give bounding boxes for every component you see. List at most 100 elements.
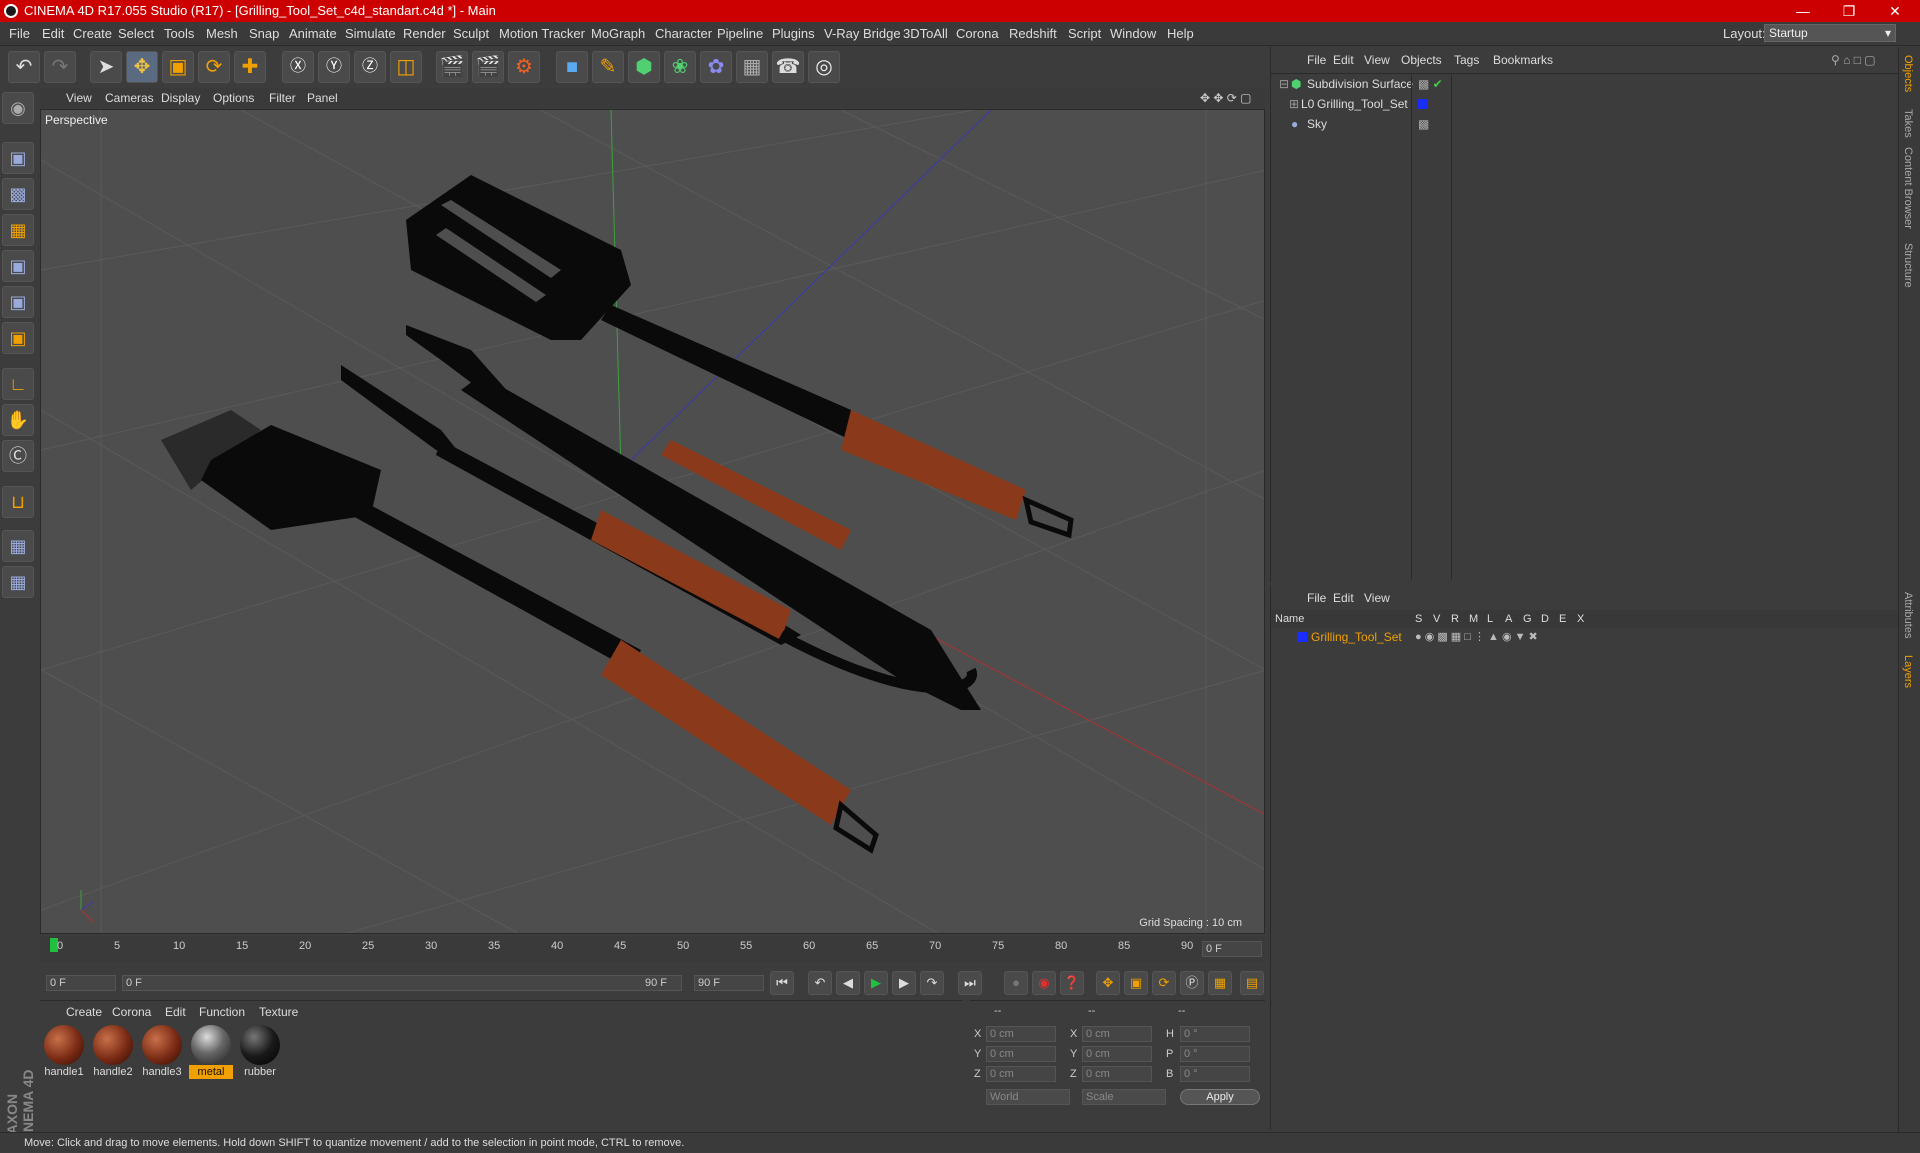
autokey-icon[interactable]: ◉ [1032,971,1056,995]
start-frame-field[interactable]: 0 F [46,975,116,991]
polygons-mode-icon[interactable]: ▣ [2,322,34,354]
menu-mograph[interactable]: MoGraph [591,26,645,41]
menu-file[interactable]: File [9,26,30,41]
viewport-nav-icons[interactable]: ✥ ✥ ⟳ ▢ [1200,91,1252,105]
layer-menu-file[interactable]: File [1307,591,1326,605]
key-parameter-icon[interactable]: Ⓟ [1180,971,1204,995]
menu-tools[interactable]: Tools [164,26,194,41]
render-picture-viewer-icon[interactable]: 🎬 [472,51,504,83]
edges-mode-icon[interactable]: ▣ [2,286,34,318]
menu-corona[interactable]: Corona [956,26,999,41]
workplane-lock-icon[interactable]: ▦ [2,530,34,562]
live-select-icon[interactable]: ✚ [234,51,266,83]
vp-menu-view[interactable]: View [66,91,92,105]
texture-mode-icon[interactable]: ▩ [2,178,34,210]
vp-menu-cameras[interactable]: Cameras [105,91,154,105]
timeline-ruler[interactable]: 0 5 10 15 20 25 30 35 40 45 50 55 60 65 … [40,936,1265,962]
points-mode-icon[interactable]: ▣ [2,250,34,282]
tab-takes[interactable]: Takes [1902,109,1914,138]
layer-color-swatch[interactable] [1297,632,1307,642]
subdivision-generator-icon[interactable]: ⬢ [628,51,660,83]
position-x-field[interactable]: 0 cm [986,1026,1056,1042]
cloner-icon[interactable]: ❀ [664,51,696,83]
tab-content-browser[interactable]: Content Browser [1902,147,1914,229]
menu-plugins[interactable]: Plugins [772,26,815,41]
rotation-h-field[interactable]: 0 ° [1180,1026,1250,1042]
menu-edit[interactable]: Edit [42,26,64,41]
camera-icon[interactable]: ☎ [772,51,804,83]
key-rotation-icon[interactable]: ⟳ [1152,971,1176,995]
x-axis-lock-icon[interactable]: Ⓧ [282,51,314,83]
menu-motion-tracker[interactable]: Motion Tracker [499,26,585,41]
redo-icon[interactable]: ↷ [44,51,76,83]
object-row[interactable]: ⊟ ⬢ Subdivision Surface ▩ ✔ [1271,75,1899,93]
menu-animate[interactable]: Animate [289,26,337,41]
y-axis-lock-icon[interactable]: Ⓨ [318,51,350,83]
mat-menu-texture[interactable]: Texture [259,1005,298,1019]
search-icon[interactable]: ⚲ ⌂ □ ▢ [1831,53,1876,67]
vp-menu-panel[interactable]: Panel [307,91,338,105]
mat-menu-corona[interactable]: Corona [112,1005,151,1019]
rotation-p-field[interactable]: 0 ° [1180,1046,1250,1062]
restore-icon[interactable]: ❐ [1826,0,1872,22]
size-z-field[interactable]: 0 cm [1082,1066,1152,1082]
menu-3dtoall[interactable]: 3DToAll [903,26,948,41]
coordinate-system-icon[interactable]: ◫ [390,51,422,83]
vp-menu-options[interactable]: Options [213,91,254,105]
viewport-perspective[interactable]: Perspective Grid Spacing : 10 cm [40,109,1265,934]
coord-system-dropdown[interactable]: World [986,1089,1070,1105]
tab-layers[interactable]: Layers [1902,655,1914,688]
layer-row[interactable]: Grilling_Tool_Set ● ◉ ▩ ▦ □ ⋮ ▲ ◉ ▼ ✖ [1271,628,1899,646]
layer-flag-icons[interactable]: ● ◉ ▩ ▦ □ ⋮ ▲ ◉ ▼ ✖ [1415,628,1538,646]
minimize-icon[interactable]: — [1780,0,1826,22]
obj-menu-edit[interactable]: Edit [1333,53,1354,67]
timeline-window-icon[interactable]: ▤ [1240,971,1264,995]
menu-render[interactable]: Render [403,26,446,41]
go-to-start-icon[interactable]: ⏮ [770,971,794,995]
key-pla-icon[interactable]: ▦ [1208,971,1232,995]
key-position-icon[interactable]: ✥ [1096,971,1120,995]
select-arrow-icon[interactable]: ➤ [90,51,122,83]
object-row[interactable]: ● Sky ▩ [1271,115,1899,133]
position-y-field[interactable]: 0 cm [986,1046,1056,1062]
vp-menu-display[interactable]: Display [161,91,200,105]
render-view-icon[interactable]: 🎬 [436,51,468,83]
key-scale-icon[interactable]: ▣ [1124,971,1148,995]
previous-key-icon[interactable]: ↶ [808,971,832,995]
end-frame-field[interactable]: 90 F [694,975,764,991]
workplane-grid-icon[interactable]: ▦ [2,566,34,598]
menu-help[interactable]: Help [1167,26,1194,41]
mat-menu-create[interactable]: Create [66,1005,102,1019]
apply-button[interactable]: Apply [1180,1089,1260,1105]
go-to-end-icon[interactable]: ⏭ [958,971,982,995]
menu-create[interactable]: Create [73,26,112,41]
menu-select[interactable]: Select [118,26,154,41]
menu-pipeline[interactable]: Pipeline [717,26,763,41]
mat-menu-edit[interactable]: Edit [165,1005,186,1019]
menu-redshift[interactable]: Redshift [1009,26,1057,41]
close-icon[interactable]: ✕ [1872,0,1918,22]
material-swatch[interactable]: rubber [238,1023,282,1079]
next-key-icon[interactable]: ↷ [920,971,944,995]
menu-mesh[interactable]: Mesh [206,26,238,41]
menu-character[interactable]: Character [655,26,712,41]
tweak-mode-icon[interactable]: ✋ [2,404,34,436]
visibility-toggles[interactable]: ▩ [1418,115,1429,133]
scale-tool-icon[interactable]: ▣ [162,51,194,83]
frame-range-slider[interactable]: 0 F 90 F [122,975,682,991]
rotate-tool-icon[interactable]: ⟳ [198,51,230,83]
next-frame-icon[interactable]: ▶ [892,971,916,995]
menu-simulate[interactable]: Simulate [345,26,396,41]
size-mode-dropdown[interactable]: Scale [1082,1089,1166,1105]
floor-scene-icon[interactable]: ▦ [736,51,768,83]
tab-objects[interactable]: Objects [1902,55,1914,92]
model-mode-icon[interactable]: ▣ [2,142,34,174]
menu-script[interactable]: Script [1068,26,1101,41]
obj-menu-bookmarks[interactable]: Bookmarks [1493,53,1553,67]
undo-icon[interactable]: ↶ [8,51,40,83]
material-swatch[interactable]: handle1 [42,1023,86,1079]
move-tool-icon[interactable]: ✥ [126,51,158,83]
current-frame-field[interactable]: 0 F [1202,941,1262,957]
material-swatch-selected[interactable]: metal [189,1023,233,1079]
vp-menu-filter[interactable]: Filter [269,91,296,105]
